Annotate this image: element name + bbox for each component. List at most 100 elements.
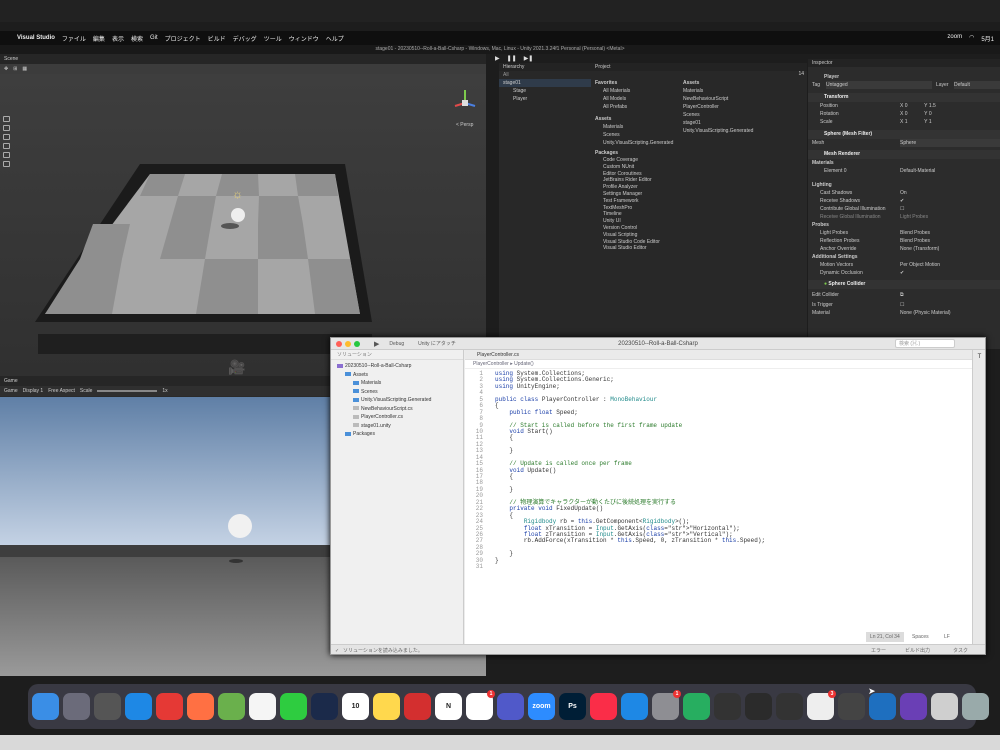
- unity-icon[interactable]: [838, 693, 865, 720]
- menu-app-name[interactable]: Visual Studio: [17, 35, 55, 41]
- unity-hub-icon[interactable]: [776, 693, 803, 720]
- chrome-icon[interactable]: [156, 693, 183, 720]
- errors-pad[interactable]: エラー: [871, 645, 886, 654]
- document-icon[interactable]: [931, 693, 958, 720]
- minimize-icon[interactable]: [345, 340, 351, 347]
- close-icon[interactable]: [336, 340, 342, 347]
- toolbox-icon[interactable]: T: [973, 354, 985, 360]
- package-item[interactable]: Settings Manager: [591, 191, 683, 198]
- favorites-label[interactable]: Favorites: [591, 79, 683, 87]
- photos-icon[interactable]: [249, 693, 276, 720]
- notes-draw-icon[interactable]: [218, 693, 245, 720]
- asset-item[interactable]: PlayerController: [683, 103, 795, 111]
- menu-build[interactable]: ビルド: [208, 34, 226, 43]
- trash-icon[interactable]: [962, 693, 989, 720]
- rotate-tool-icon[interactable]: [3, 134, 10, 140]
- scene-view[interactable]: ☼ 🎥: [0, 74, 486, 376]
- tab-game[interactable]: Game: [4, 376, 18, 386]
- asset-item[interactable]: Unity.VisualScripting.Generated: [683, 127, 795, 135]
- safari-icon[interactable]: [125, 693, 152, 720]
- menu-search[interactable]: 検索: [131, 34, 143, 43]
- persp-label[interactable]: < Persp: [456, 122, 473, 128]
- sphere-collider-header[interactable]: ● Sphere Collider: [808, 280, 1000, 289]
- code-text[interactable]: public float Speed;: [495, 409, 577, 416]
- hierarchy-search[interactable]: All: [499, 71, 591, 79]
- game-mode-select[interactable]: Game: [4, 388, 18, 394]
- move-tool-icon[interactable]: [3, 125, 10, 131]
- project-title[interactable]: Project: [591, 63, 807, 71]
- mesh-renderer-header[interactable]: Mesh Renderer: [808, 150, 1000, 159]
- hand-tool-icon[interactable]: ✥: [4, 66, 8, 72]
- tasks-pad[interactable]: タスク: [953, 645, 968, 654]
- dynamic-occlusion-checkbox[interactable]: ✔: [900, 269, 1000, 277]
- breadcrumb-method[interactable]: Update(): [514, 361, 533, 367]
- hierarchy-item-player[interactable]: Player: [499, 95, 591, 103]
- scale-y[interactable]: 1: [929, 119, 932, 125]
- rect-tool-icon[interactable]: [3, 152, 10, 158]
- tree-newbehaviour[interactable]: NewBehaviourScript.cs: [331, 405, 463, 414]
- menu-debug[interactable]: デバッグ: [233, 34, 257, 43]
- package-item[interactable]: Visual Studio Code Editor: [591, 239, 683, 246]
- transform-header[interactable]: Transform: [808, 93, 1000, 102]
- activity-monitor-icon[interactable]: [745, 693, 772, 720]
- code-text[interactable]: {: [495, 473, 513, 480]
- orientation-gizmo-icon[interactable]: [452, 88, 478, 118]
- motion-vectors-select[interactable]: Per Object Motion: [900, 261, 1000, 269]
- teams-icon[interactable]: [497, 693, 524, 720]
- config-select[interactable]: Debug: [389, 341, 404, 347]
- menu-git[interactable]: Git: [150, 35, 158, 41]
- menu-view[interactable]: 表示: [112, 34, 124, 43]
- collider-material-field[interactable]: None (Physic Material): [900, 309, 1000, 317]
- package-item[interactable]: Editor Coroutines: [591, 171, 683, 178]
- packages-label[interactable]: Packages: [591, 149, 683, 157]
- mesh-filter-header[interactable]: Sphere (Mesh Filter): [808, 130, 1000, 139]
- reflection-probes-select[interactable]: Blend Probes: [900, 237, 1000, 245]
- package-item[interactable]: Code Coverage: [591, 157, 683, 164]
- appstore-icon[interactable]: [621, 693, 648, 720]
- camera-icon[interactable]: 🎥: [228, 359, 245, 376]
- tree-assets[interactable]: Assets: [331, 371, 463, 380]
- pause-icon[interactable]: ❚❚: [507, 55, 517, 62]
- layer-select[interactable]: Default: [954, 81, 1000, 89]
- menu-project[interactable]: プロジェクト: [165, 34, 201, 43]
- position-values[interactable]: X 0 Y 1.5: [900, 102, 1000, 110]
- visual-studio-icon[interactable]: [900, 693, 927, 720]
- fav-all-prefabs[interactable]: All Prefabs: [591, 103, 683, 111]
- editor-tab-playercontroller[interactable]: PlayerController.cs: [465, 350, 972, 360]
- breadcrumb-class[interactable]: PlayerController: [473, 361, 509, 367]
- photoshop-icon[interactable]: Ps: [559, 693, 586, 720]
- asset-item[interactable]: Materials: [683, 87, 795, 95]
- lighting-foldout[interactable]: Lighting: [808, 181, 1000, 189]
- asset-item[interactable]: Scenes: [683, 111, 795, 119]
- notion-icon[interactable]: N: [435, 693, 462, 720]
- notes-icon[interactable]: [373, 693, 400, 720]
- launchpad-icon[interactable]: [63, 693, 90, 720]
- package-item[interactable]: Test Framework: [591, 198, 683, 205]
- aspect-select[interactable]: Free Aspect: [48, 388, 75, 394]
- player-sphere-scene[interactable]: [231, 208, 245, 222]
- cursor-position[interactable]: Ln 21, Col 34: [866, 632, 904, 642]
- hierarchy-item-stage[interactable]: Stage: [499, 87, 591, 95]
- view-tool-icon[interactable]: [3, 116, 10, 122]
- light-icon[interactable]: ☼: [232, 187, 243, 201]
- tree-scenes[interactable]: Scenes: [331, 388, 463, 397]
- indent-select[interactable]: Spaces: [912, 632, 929, 642]
- mesh-field[interactable]: Sphere: [900, 139, 1000, 147]
- menu-file[interactable]: ファイル: [62, 34, 86, 43]
- asset-item[interactable]: NewBehaviourScript: [683, 95, 795, 103]
- assets-vs-generated[interactable]: Unity.VisualScripting.Generated: [591, 139, 683, 147]
- anchor-override-field[interactable]: None (Transform): [900, 245, 1000, 253]
- position-x[interactable]: 0: [905, 103, 908, 109]
- code-area[interactable]: 1 using System.Collections; 2 using System.…: [465, 370, 972, 571]
- package-item[interactable]: Custom NUnit: [591, 164, 683, 171]
- light-probes-select[interactable]: Blend Probes: [900, 229, 1000, 237]
- package-item[interactable]: Visual Studio Editor: [591, 245, 683, 252]
- cast-shadows-select[interactable]: On: [900, 189, 1000, 197]
- package-item[interactable]: Timeline: [591, 211, 683, 218]
- element0-field[interactable]: Default-Material: [900, 167, 1000, 175]
- position-y[interactable]: 1.5: [929, 103, 936, 109]
- facetime-icon[interactable]: [280, 693, 307, 720]
- microsoft-office-icon[interactable]: 3: [807, 690, 836, 720]
- tag-select[interactable]: Untagged: [826, 81, 932, 89]
- draw-mode-icon[interactable]: ▦: [22, 66, 27, 72]
